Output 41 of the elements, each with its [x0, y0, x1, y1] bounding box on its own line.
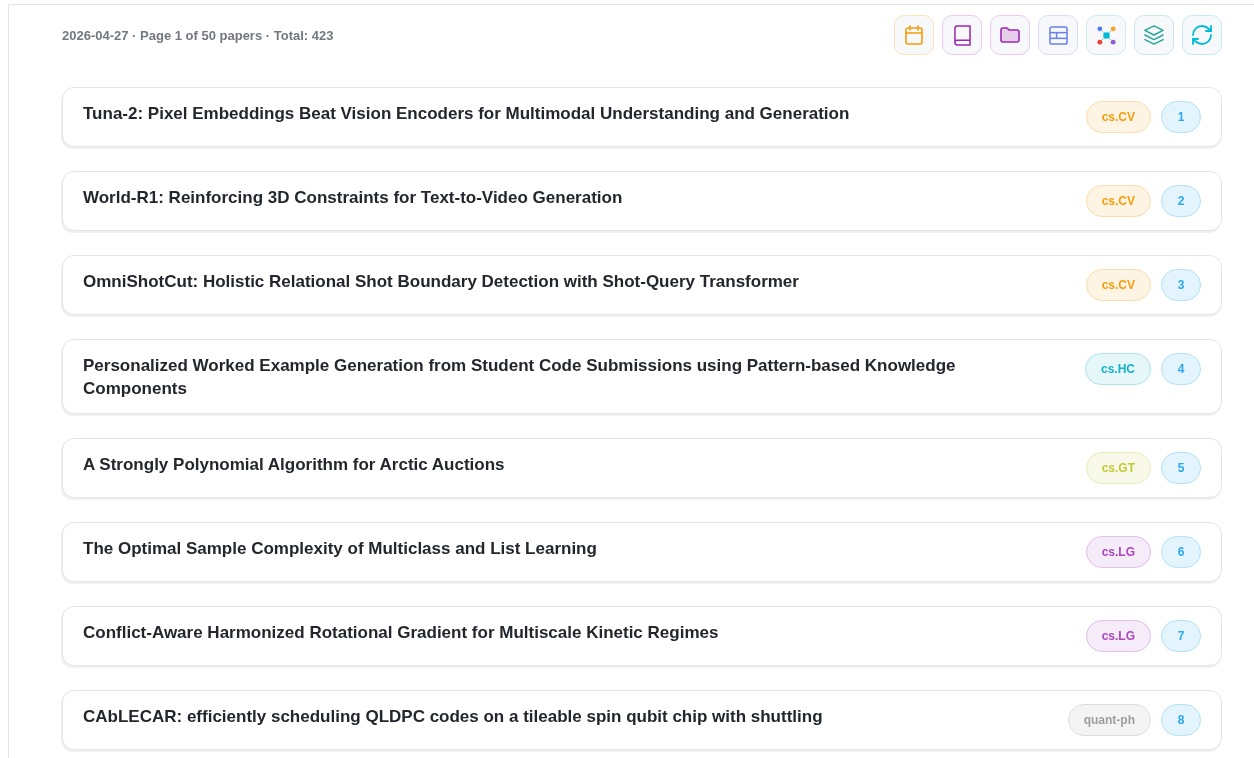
- paper-card[interactable]: Personalized Worked Example Generation from Student Code Submissions using Pattern-based Knowledge Components cs.HC 4: [62, 339, 1222, 414]
- paper-title: Conflict-Aware Harmonized Rotational Gradient for Multiscale Kinetic Regimes: [83, 622, 719, 644]
- rank-badge: 8: [1161, 704, 1201, 736]
- rank-badge: 4: [1161, 353, 1201, 385]
- paper-title: OmniShotCut: Holistic Relational Shot Boundary Detection with Shot-Query Transformer: [83, 271, 799, 293]
- calendar-icon: [905, 25, 923, 45]
- book-icon: [953, 24, 971, 46]
- folder-button[interactable]: [990, 15, 1030, 55]
- category-tag[interactable]: cs.LG: [1085, 620, 1151, 652]
- rank-badge: 5: [1161, 452, 1201, 484]
- paper-title: A Strongly Polynomial Algorithm for Arctic Auctions: [83, 454, 505, 476]
- paper-card[interactable]: OmniShotCut: Holistic Relational Shot Boundary Detection with Shot-Query Transformer cs.CV 3: [62, 255, 1222, 315]
- paper-title: CAbLECAR: efficiently scheduling QLDPC codes on a tileable spin qubit chip with shuttling: [83, 706, 823, 728]
- network-button[interactable]: [1086, 15, 1126, 55]
- network-icon: [1096, 25, 1116, 45]
- rank-badge: 3: [1161, 269, 1201, 301]
- layout-icon: [1048, 25, 1068, 45]
- paper-card[interactable]: World-R1: Reinforcing 3D Constraints for Text-to-Video Generation cs.CV 2: [62, 171, 1222, 231]
- layers-button[interactable]: [1134, 15, 1174, 55]
- rank-badge: 2: [1161, 185, 1201, 217]
- layers-icon: [1144, 25, 1164, 45]
- paper-card[interactable]: A Strongly Polynomial Algorithm for Arctic Auctions cs.GT 5: [62, 438, 1222, 498]
- paper-title: Tuna-2: Pixel Embeddings Beat Vision Encoders for Multimodal Understanding and Generation: [83, 103, 850, 125]
- page-summary: 2026-04-27 · Page 1 of 50 papers · Total: 423: [62, 27, 334, 43]
- paper-card[interactable]: Conflict-Aware Harmonized Rotational Gradient for Multiscale Kinetic Regimes cs.LG 7: [62, 606, 1222, 666]
- rank-badge: 6: [1161, 536, 1201, 568]
- book-button[interactable]: [942, 15, 982, 55]
- layout-button[interactable]: [1038, 15, 1078, 55]
- refresh-icon: [1192, 25, 1212, 45]
- paper-title: The Optimal Sample Complexity of Multiclass and List Learning: [83, 538, 597, 560]
- paper-card[interactable]: Tuna-2: Pixel Embeddings Beat Vision Encoders for Multimodal Understanding and Generation cs.CV 1: [62, 87, 1222, 147]
- rank-badge: 1: [1161, 101, 1201, 133]
- rank-badge: 7: [1161, 620, 1201, 652]
- paper-title: World-R1: Reinforcing 3D Constraints for Text-to-Video Generation: [83, 187, 623, 209]
- category-tag[interactable]: cs.LG: [1085, 536, 1151, 568]
- folder-icon: [1000, 27, 1020, 43]
- paper-card[interactable]: CAbLECAR: efficiently scheduling QLDPC codes on a tileable spin qubit chip with shuttling quant-ph 8: [62, 690, 1222, 750]
- calendar-button[interactable]: [894, 15, 934, 55]
- paper-card[interactable]: The Optimal Sample Complexity of Multiclass and List Learning cs.LG 6: [62, 522, 1222, 582]
- refresh-button[interactable]: [1182, 15, 1222, 55]
- paper-title: Personalized Worked Example Generation from Student Code Submissions using Pattern-based Knowledge Components: [83, 355, 957, 400]
